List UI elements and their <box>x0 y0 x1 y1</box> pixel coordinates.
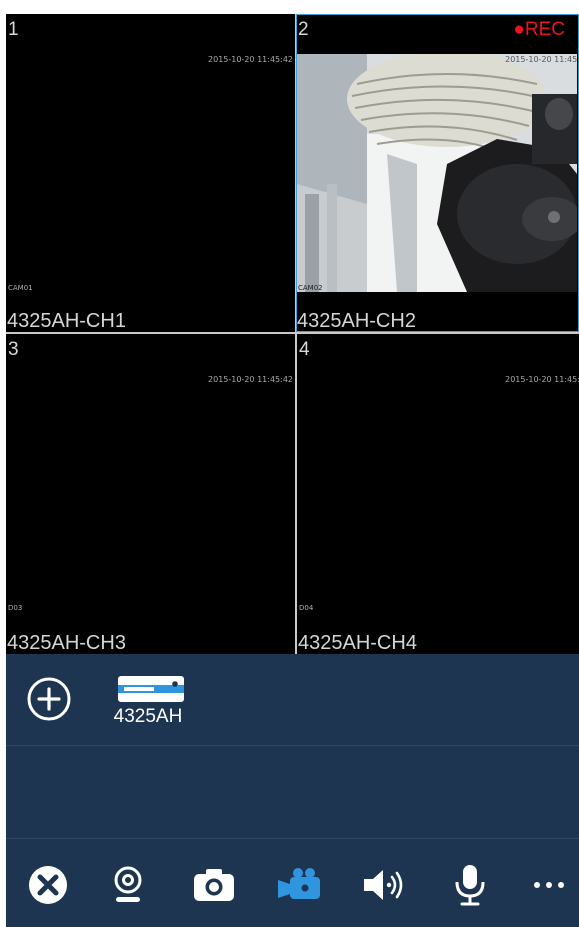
add-device-button[interactable] <box>26 676 72 722</box>
channel-name: 4325AH-CH2 <box>297 310 416 332</box>
video-timestamp: 2015-10-20 11:45:4 <box>505 375 579 384</box>
remote-playback-button[interactable] <box>102 859 154 911</box>
camera-tile-3[interactable]: 3 2015-10-20 11:45:42 D03 4325AH-CH3 <box>6 334 295 654</box>
speaker-icon <box>364 870 403 900</box>
camera-tile-4[interactable]: 4 2015-10-20 11:45:4 D04 4325AH-CH4 <box>297 334 579 654</box>
device-list: 4325AH <box>6 654 579 746</box>
more-button[interactable] <box>523 859 575 911</box>
video-record-icon <box>278 868 320 899</box>
camera-tile-2[interactable]: 2 ●REC 2015-10-20 11:45:4 CAM02 4325AH-C… <box>296 14 579 332</box>
device-list-spacer <box>6 746 579 839</box>
webcam-icon <box>114 866 142 902</box>
more-icon <box>534 882 564 888</box>
camera-snapshot-icon <box>194 869 234 901</box>
camera-osd-label: D04 <box>299 604 314 612</box>
dvr-icon <box>118 676 184 702</box>
plus-circle-icon <box>27 677 71 721</box>
live-view-screen: 1 2015-10-20 11:45:42 CAM01 4325AH-CH1 2… <box>0 0 579 927</box>
tile-number: 1 <box>8 19 19 40</box>
talk-button[interactable] <box>444 859 496 911</box>
control-panel: 4325AH <box>6 654 579 927</box>
microphone-icon <box>455 865 485 906</box>
device-item[interactable]: 4325AH <box>106 674 196 734</box>
bottom-toolbar <box>6 859 579 919</box>
video-feed-image <box>297 54 577 292</box>
camera-osd-label: CAM01 <box>8 284 33 292</box>
channel-name: 4325AH-CH4 <box>298 632 417 654</box>
channel-name: 4325AH-CH3 <box>7 632 126 654</box>
record-button[interactable] <box>274 859 326 911</box>
recording-indicator: ●REC <box>513 19 565 40</box>
video-timestamp: 2015-10-20 11:45:42 <box>208 375 293 384</box>
audio-button[interactable] <box>358 859 410 911</box>
video-timestamp: 2015-10-20 11:45:42 <box>208 55 293 64</box>
camera-osd-label: CAM02 <box>298 284 323 292</box>
camera-tile-1[interactable]: 1 2015-10-20 11:45:42 CAM01 4325AH-CH1 <box>6 14 295 332</box>
channel-name: 4325AH-CH1 <box>7 310 126 332</box>
close-all-button[interactable] <box>22 859 74 911</box>
snapshot-button[interactable] <box>188 859 240 911</box>
close-circle-icon <box>29 866 67 904</box>
tile-number: 2 <box>298 19 309 40</box>
tile-number: 4 <box>299 339 310 360</box>
video-timestamp: 2015-10-20 11:45:4 <box>505 55 579 64</box>
tile-number: 3 <box>8 339 19 360</box>
camera-grid: 1 2015-10-20 11:45:42 CAM01 4325AH-CH1 2… <box>6 14 579 654</box>
camera-osd-label: D03 <box>8 604 23 612</box>
device-name: 4325AH <box>113 706 183 727</box>
